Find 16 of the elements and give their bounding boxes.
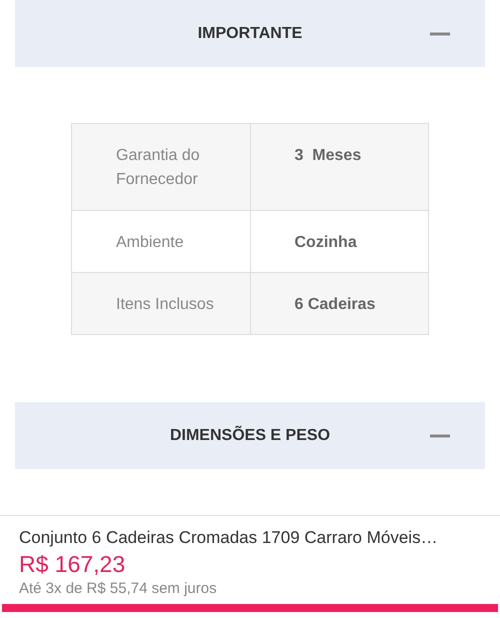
- spec-label: Garantia do Fornecedor: [116, 146, 201, 190]
- installments-text: Até 3x de R$ 55,74 sem juros: [19, 579, 218, 599]
- buy-button-edge[interactable]: [2, 604, 498, 612]
- collapse-icon: [429, 32, 451, 35]
- section-title: DIMENSÕES E PESO: [170, 424, 330, 446]
- collapse-icon: [429, 434, 451, 437]
- section-title: IMPORTANTE: [198, 24, 302, 44]
- accordion-header[interactable]: DIMENSÕES E PESO: [15, 402, 485, 469]
- spec-value: 3 Meses: [294, 146, 362, 166]
- spec-label: Ambiente: [116, 233, 185, 253]
- spec-value: 6 Cadeiras: [294, 295, 376, 315]
- product-name: Conjunto 6 Cadeiras Cromadas 1709 Carraro Móveis…: [19, 527, 439, 549]
- spec-value: Cozinha: [294, 233, 358, 253]
- product-price: R$ 167,23: [19, 550, 126, 578]
- accordion-header[interactable]: IMPORTANTE: [15, 0, 485, 67]
- spec-label: Itens Inclusos: [116, 295, 215, 315]
